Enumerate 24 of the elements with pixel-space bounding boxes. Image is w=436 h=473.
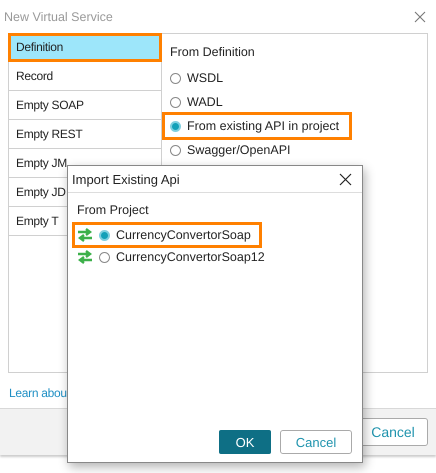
- section-heading: From Definition: [169, 44, 256, 61]
- window-title: New Virtual Service: [4, 10, 113, 24]
- api-option[interactable]: CurrencyConvertorSoap12: [72, 247, 273, 267]
- radio-option[interactable]: WADL: [162, 90, 233, 114]
- section-label: From Project: [76, 202, 150, 219]
- radio-button[interactable]: [170, 120, 181, 132]
- radio-option[interactable]: Swagger/OpenAPI: [162, 138, 301, 162]
- swap-arrows-icon: [77, 228, 93, 242]
- radio-button[interactable]: [99, 252, 110, 262]
- sidebar-item[interactable]: Definition: [8, 33, 162, 62]
- radio-button[interactable]: [170, 96, 181, 108]
- sidebar-item[interactable]: Empty SOAP: [9, 91, 161, 120]
- radio-option[interactable]: WSDL: [162, 66, 234, 90]
- radio-button[interactable]: [99, 230, 110, 240]
- radio-option[interactable]: From existing API in project: [162, 112, 352, 140]
- radio-button[interactable]: [170, 144, 181, 156]
- radio-button[interactable]: [170, 72, 181, 84]
- cancel-button[interactable]: Cancel: [280, 430, 352, 454]
- ok-button[interactable]: OK: [219, 430, 271, 454]
- close-icon[interactable]: [339, 172, 352, 186]
- api-option[interactable]: CurrencyConvertorSoap: [72, 222, 262, 248]
- sidebar-item[interactable]: Empty REST: [9, 120, 161, 149]
- sidebar-item[interactable]: Record: [9, 62, 161, 91]
- swap-arrows-icon: [77, 250, 93, 264]
